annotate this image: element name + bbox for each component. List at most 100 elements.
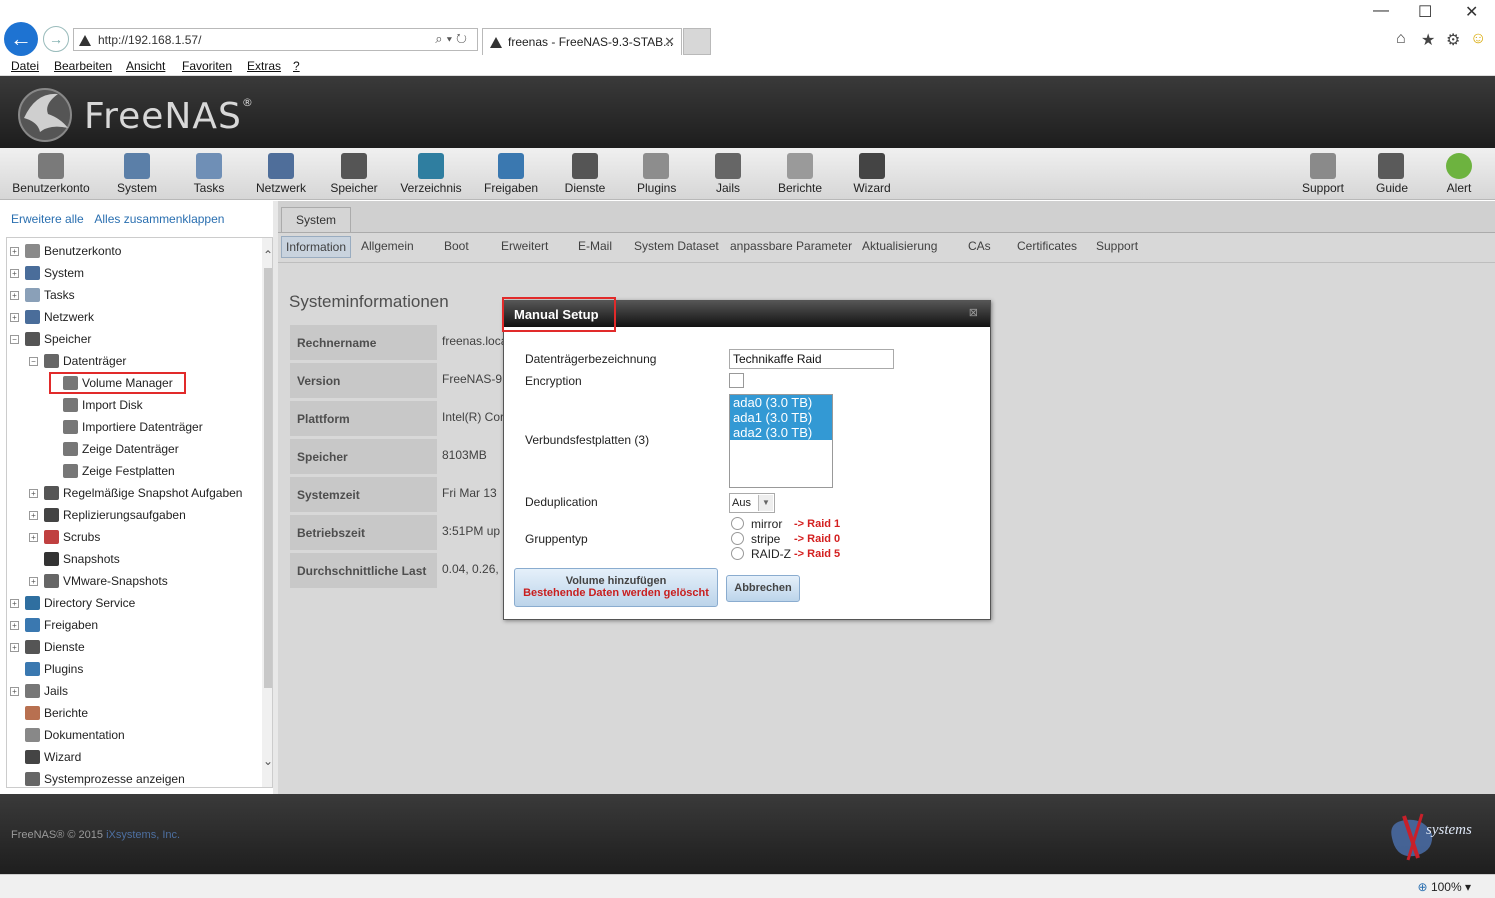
disk-option[interactable]: ada0 (3.0 TB) (730, 395, 832, 410)
tree-item-netzwerk[interactable]: + Netzwerk (10, 307, 94, 327)
toolbar-tasks[interactable]: Tasks (193, 153, 225, 195)
tree-item-scrubs[interactable]: + Scrubs (29, 527, 100, 547)
settings-gear-icon[interactable]: ⚙ (1446, 30, 1460, 50)
tree-item-plugins[interactable]: Plugins (10, 659, 83, 679)
toolbar-support[interactable]: Support (1301, 153, 1345, 195)
expand-icon[interactable]: + (10, 268, 19, 278)
scroll-thumb[interactable] (264, 268, 272, 688)
minimize-icon[interactable]: — (1373, 2, 1389, 20)
tree-item-zeige-festplatten[interactable]: Zeige Festplatten (48, 461, 175, 481)
forward-button[interactable]: → (43, 26, 69, 52)
zoom-level[interactable]: ⊕ 100% ▾ (1418, 880, 1471, 894)
tree-item-label: Scrubs (63, 530, 101, 544)
expand-icon[interactable]: + (10, 642, 19, 652)
menu-ansicht[interactable]: Ansicht (126, 59, 165, 73)
dialog-close-icon[interactable]: ⊠ (969, 306, 978, 319)
menu-bearbeiten[interactable]: Bearbeiten (54, 59, 112, 73)
tree-item-dokumentation[interactable]: Dokumentation (10, 725, 125, 745)
scroll-up-icon[interactable]: ⌃ (262, 248, 272, 262)
tree-item-jails[interactable]: + Jails (10, 681, 68, 701)
toolbar-speicher[interactable]: Speicher (330, 153, 378, 195)
tab-close-icon[interactable]: ✕ (664, 34, 675, 50)
tree-item-importiere-datenträger[interactable]: Importiere Datenträger (48, 417, 203, 437)
tree-item-snapshots[interactable]: Snapshots (29, 549, 120, 569)
volume-name-input[interactable] (729, 349, 894, 369)
expand-icon[interactable]: + (10, 246, 19, 256)
member-disks-list[interactable]: ada0 (3.0 TB) ada1 (3.0 TB) ada2 (3.0 TB… (729, 394, 833, 488)
tree-item-systemprozesse-anzeigen[interactable]: Systemprozesse anzeigen (10, 769, 185, 787)
tree-item-berichte[interactable]: Berichte (10, 703, 88, 723)
radio-raidz[interactable]: RAID-Z -> Raid 5 (731, 546, 840, 561)
menu-extras[interactable]: Extras (247, 59, 281, 73)
tree-item-benutzerkonto[interactable]: + Benutzerkonto (10, 241, 121, 261)
toolbar-wizard[interactable]: Wizard (853, 153, 891, 195)
tree-scrollbar[interactable]: ⌃ ⌄ (262, 238, 272, 787)
add-volume-button[interactable]: Volume hinzufügen Bestehende Daten werde… (514, 568, 718, 607)
menu-help[interactable]: ? (293, 59, 300, 73)
new-tab-button[interactable] (683, 28, 711, 55)
disk-option[interactable]: ada1 (3.0 TB) (730, 410, 832, 425)
tree-item-import-disk[interactable]: Import Disk (48, 395, 143, 415)
deduplication-select[interactable]: Aus ▼ (729, 493, 775, 513)
maximize-icon[interactable]: ☐ (1418, 2, 1432, 22)
disk-option[interactable]: ada2 (3.0 TB) (730, 425, 832, 440)
toolbar-benutzerkonto[interactable]: Benutzerkonto (11, 153, 91, 195)
toolbar-dienste[interactable]: Dienste (564, 153, 606, 195)
toolbar-freigaben[interactable]: Freigaben (484, 153, 538, 195)
expand-icon[interactable]: + (10, 312, 19, 322)
tree-item-directory-service[interactable]: + Directory Service (10, 593, 135, 613)
tree-item-replizierungsaufgaben[interactable]: + Replizierungsaufgaben (29, 505, 186, 525)
home-icon[interactable]: ⌂ (1396, 30, 1406, 48)
favorites-star-icon[interactable]: ★ (1421, 30, 1435, 50)
radio-stripe[interactable]: stripe -> Raid 0 (731, 531, 840, 546)
tree-item-vmware-snapshots[interactable]: + VMware-Snapshots (29, 571, 168, 591)
toolbar-berichte[interactable]: Berichte (778, 153, 822, 195)
expand-icon[interactable]: + (29, 510, 38, 520)
expand-icon[interactable]: + (10, 620, 19, 630)
toolbar-guide[interactable]: Guide (1376, 153, 1408, 195)
tree-item-wizard[interactable]: Wizard (10, 747, 81, 767)
ixsystems-link[interactable]: iXsystems, Inc. (106, 829, 180, 841)
address-bar[interactable]: http://192.168.1.57/ ⌕▾↻ (73, 28, 478, 51)
tree-item-freigaben[interactable]: + Freigaben (10, 615, 98, 635)
tree-item-dienste[interactable]: + Dienste (10, 637, 85, 657)
expand-icon[interactable]: + (29, 532, 38, 542)
toolbar-system[interactable]: System (117, 153, 157, 195)
tree-item-system[interactable]: + System (10, 263, 84, 283)
scroll-down-icon[interactable]: ⌄ (262, 754, 272, 768)
toolbar-verzeichnis[interactable]: Verzeichnis (400, 153, 462, 195)
back-button[interactable]: ← (4, 22, 38, 56)
expand-icon[interactable]: + (29, 576, 38, 586)
tree-item-datenträger[interactable]: − Datenträger (29, 351, 126, 371)
toolbar-netzwerk[interactable]: Netzwerk (256, 153, 306, 195)
collapse-icon[interactable]: − (10, 334, 19, 344)
expand-icon[interactable]: + (10, 290, 19, 300)
tree-item-regelmäßige-snapshot-aufgaben[interactable]: + Regelmäßige Snapshot Aufgaben (29, 483, 242, 503)
toolbar-alert[interactable]: Alert (1445, 153, 1473, 195)
address-url[interactable]: http://192.168.1.57/ (98, 33, 201, 47)
close-window-icon[interactable]: ✕ (1465, 2, 1478, 22)
expand-icon[interactable]: + (10, 598, 19, 608)
radio-mirror[interactable]: mirror -> Raid 1 (731, 516, 840, 531)
radio-button[interactable] (731, 532, 744, 545)
tree-item-speicher[interactable]: − Speicher (10, 329, 91, 349)
toolbar-plugins[interactable]: Plugins (637, 153, 676, 195)
cancel-button[interactable]: Abbrechen (726, 575, 800, 602)
smiley-feedback-icon[interactable]: ☺ (1470, 30, 1486, 48)
toolbar-jails[interactable]: Jails (715, 153, 741, 195)
tree-item-tasks[interactable]: + Tasks (10, 285, 75, 305)
collapse-icon[interactable]: − (29, 356, 38, 366)
tree-item-zeige-datenträger[interactable]: Zeige Datenträger (48, 439, 179, 459)
collapse-all-link[interactable]: Alles zusammenklappen (94, 212, 224, 226)
address-tools-icon[interactable]: ⌕▾↻ (435, 31, 471, 47)
menu-datei[interactable]: Datei (11, 59, 39, 73)
radio-button[interactable] (731, 547, 744, 560)
expand-icon[interactable]: + (29, 488, 38, 498)
expand-all-link[interactable]: Erweitere alle (11, 212, 84, 226)
tree-item-label: Directory Service (44, 596, 136, 610)
radio-button[interactable] (731, 517, 744, 530)
expand-icon[interactable]: + (10, 686, 19, 696)
browser-tab[interactable]: freenas - FreeNAS-9.3-STAB... ✕ (482, 28, 682, 55)
menu-favoriten[interactable]: Favoriten (182, 59, 232, 73)
encryption-checkbox[interactable] (729, 373, 744, 388)
